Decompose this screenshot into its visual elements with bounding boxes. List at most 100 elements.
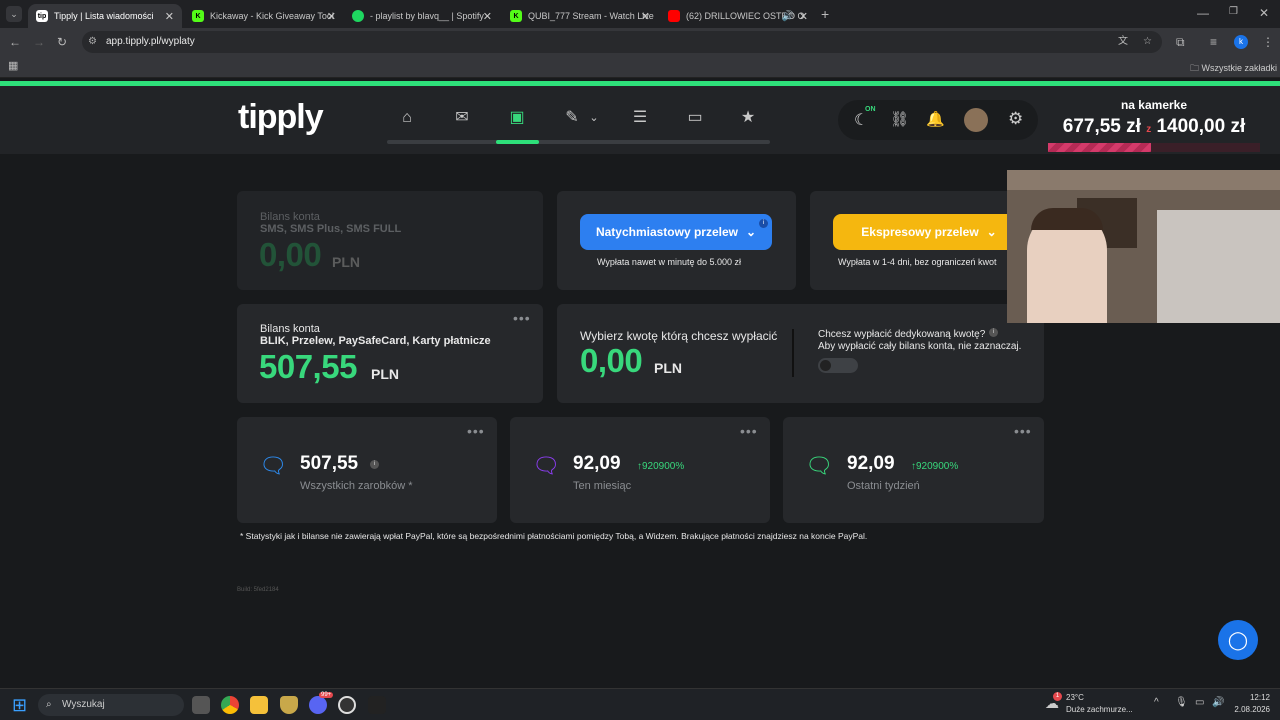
stat-card-week: ••• 🗨 92,09 ↑920900% Ostatni tydzień (783, 417, 1044, 523)
windows-start-icon[interactable]: ⊞ (12, 695, 27, 716)
more-options-icon[interactable]: ••• (467, 423, 485, 439)
tab-search-icon[interactable]: ⌄ (6, 6, 22, 22)
chevron-down-icon[interactable]: ⌄ (584, 108, 604, 128)
task-view-icon[interactable] (192, 696, 210, 714)
folder-icon: 🗀 (1190, 63, 1200, 73)
youtube-favicon-icon (668, 10, 680, 22)
all-bookmarks-link[interactable]: 🗀 Wszystkie zakładki (1190, 61, 1277, 77)
tipply-page: tipply ⌂ ✉ ▣ ✎ ⌄ ☰ ▭ ★ ☾ ON ⛓ 🔔 ⚙ na kam… (0, 78, 1280, 688)
network-icon[interactable]: ▭ (1195, 697, 1204, 708)
spotify-favicon-icon (352, 10, 364, 22)
express-transfer-button[interactable]: Ekspresowy przelew ⌄ (833, 214, 1025, 250)
withdraw-amount[interactable]: 0,00 (580, 342, 643, 380)
moon-icon[interactable]: ☾ (854, 110, 868, 130)
tab-qubi-stream[interactable]: K QUBI_777 Stream - Watch Live ✕ (502, 4, 658, 28)
speaker-icon[interactable]: 🔊 (782, 11, 794, 22)
close-icon[interactable]: ✕ (483, 10, 492, 23)
edit-icon[interactable]: ✎ (562, 108, 582, 128)
star-icon[interactable]: ★ (738, 108, 758, 128)
reload-icon[interactable]: ↻ (57, 35, 67, 49)
kick-favicon-icon: K (192, 10, 204, 22)
tab-tipply[interactable]: tip Tipply | Lista wiadomości ✕ (28, 4, 182, 28)
tab-youtube[interactable]: (62) DRILLOWIEC OSTRO O 🔊 ✕ (660, 4, 816, 28)
window-icon[interactable]: ▭ (685, 108, 705, 128)
browser-tab-bar: ⌄ tip Tipply | Lista wiadomości ✕ K Kick… (0, 0, 1280, 28)
on-badge: ON (865, 106, 876, 113)
media-control-icon[interactable]: ≡ (1210, 35, 1217, 49)
sms-balance-amount: 0,00 (259, 236, 322, 273)
clock-date[interactable]: 2.08.2026 (1220, 705, 1270, 714)
extensions-icon[interactable]: ⧉ (1176, 35, 1185, 50)
goal-overlay: na kamerke 677,55 zł z 1400,00 zł (1048, 98, 1260, 152)
dedicated-amount-toggle[interactable] (818, 358, 858, 373)
tab-spotify[interactable]: - playlist by blavq__ | Spotify ✕ (344, 4, 500, 28)
support-chat-button[interactable]: ◯ (1218, 620, 1258, 660)
bookmarks-bar: ▦ 🗀 Wszystkie zakładki (0, 56, 1280, 78)
profile-avatar[interactable]: k (1234, 35, 1248, 49)
chat-icon: ◯ (1227, 630, 1249, 650)
link-icon[interactable]: ⛓ (890, 110, 909, 128)
bell-icon[interactable]: 🔔 (926, 110, 945, 128)
chrome-icon[interactable] (221, 696, 239, 714)
bookmark-star-icon[interactable]: ☆ (1143, 31, 1152, 53)
app-icon[interactable] (368, 696, 386, 714)
sms-balance-card: Bilans konta SMS, SMS Plus, SMS FULL 0,0… (237, 191, 543, 290)
tipply-logo[interactable]: tipply (238, 98, 324, 137)
close-icon[interactable]: ✕ (165, 10, 174, 23)
windows-taskbar: ⊞ ⌕ Wyszukaj 99+ ☁ 1 23°C Duże zachmurze… (0, 688, 1280, 720)
tray-chevron-icon[interactable]: ^ (1154, 697, 1159, 708)
goal-progress-bar (1048, 143, 1260, 152)
clock-time[interactable]: 12:12 (1230, 693, 1270, 702)
url-input[interactable]: ⚙ app.tipply.pl/wyplaty 文 ☆ (82, 31, 1162, 53)
info-icon[interactable]: i (370, 460, 379, 469)
tab-kickaway[interactable]: K Kickaway - Kick Giveaway Tool ✕ (184, 4, 344, 28)
footnote: * Statystyki jak i bilanse nie zawierają… (240, 531, 868, 541)
taskbar-search-input[interactable]: ⌕ Wyszukaj (38, 694, 184, 716)
goal-progress-fill (1048, 143, 1151, 152)
window-close-icon[interactable]: ✕ (1259, 6, 1269, 20)
toggle-knob (820, 360, 831, 371)
wallet-icon[interactable]: ▣ (507, 108, 527, 128)
home-icon[interactable]: ⌂ (397, 108, 417, 128)
site-info-icon[interactable]: ⚙ (88, 31, 97, 53)
discord-badge: 99+ (319, 692, 334, 698)
apps-grid-icon[interactable]: ▦ (8, 59, 18, 72)
new-tab-icon[interactable]: + (821, 6, 829, 22)
avatar[interactable] (964, 108, 988, 132)
close-icon[interactable]: ✕ (799, 10, 808, 23)
restore-icon[interactable]: ❐ (1229, 6, 1238, 17)
build-label: Build: 5fed2184 (237, 587, 279, 593)
webcam-overlay (1007, 170, 1280, 323)
menu-dots-icon[interactable]: ⋮ (1262, 35, 1274, 49)
user-controls: ☾ ON ⛓ 🔔 ⚙ (838, 100, 1038, 140)
info-icon[interactable]: i (989, 328, 998, 337)
stat-card-total: ••• 🗨 507,55 i Wszystkich zarobków * (237, 417, 497, 523)
back-icon[interactable]: ← (9, 35, 21, 49)
shield-app-icon[interactable] (280, 696, 298, 714)
nav-active-indicator (496, 140, 539, 144)
layout-icon[interactable]: ☰ (630, 108, 650, 128)
translate-icon[interactable]: 文 (1118, 31, 1128, 53)
gear-icon[interactable]: ⚙ (1008, 109, 1023, 129)
withdraw-card: Wybierz kwotę którą chcesz wypłacić 0,00… (557, 304, 1044, 403)
instant-transfer-button[interactable]: Natychmiastowy przelew ⌄ (580, 214, 772, 250)
file-explorer-icon[interactable] (250, 696, 268, 714)
close-icon[interactable]: ✕ (327, 10, 336, 23)
minimize-icon[interactable]: — (1197, 6, 1209, 20)
search-icon: ⌕ (46, 699, 52, 710)
messages-icon[interactable]: ✉ (452, 108, 472, 128)
close-icon[interactable]: ✕ (641, 10, 650, 23)
forward-icon[interactable]: → (33, 35, 45, 49)
obs-icon[interactable] (338, 696, 356, 714)
info-icon[interactable]: i (759, 219, 768, 228)
microphone-icon[interactable]: 🎙 (1175, 697, 1188, 708)
chat-bubbles-icon: 🗨 (532, 453, 560, 478)
weather-badge: 1 (1053, 692, 1062, 701)
more-options-icon[interactable]: ••• (513, 310, 531, 326)
chevron-down-icon: ⌄ (746, 225, 757, 239)
goal-amounts: 677,55 zł z 1400,00 zł (1062, 116, 1246, 137)
discord-icon[interactable] (309, 696, 327, 714)
more-options-icon[interactable]: ••• (1014, 423, 1032, 439)
nav-track (387, 140, 770, 144)
more-options-icon[interactable]: ••• (740, 423, 758, 439)
